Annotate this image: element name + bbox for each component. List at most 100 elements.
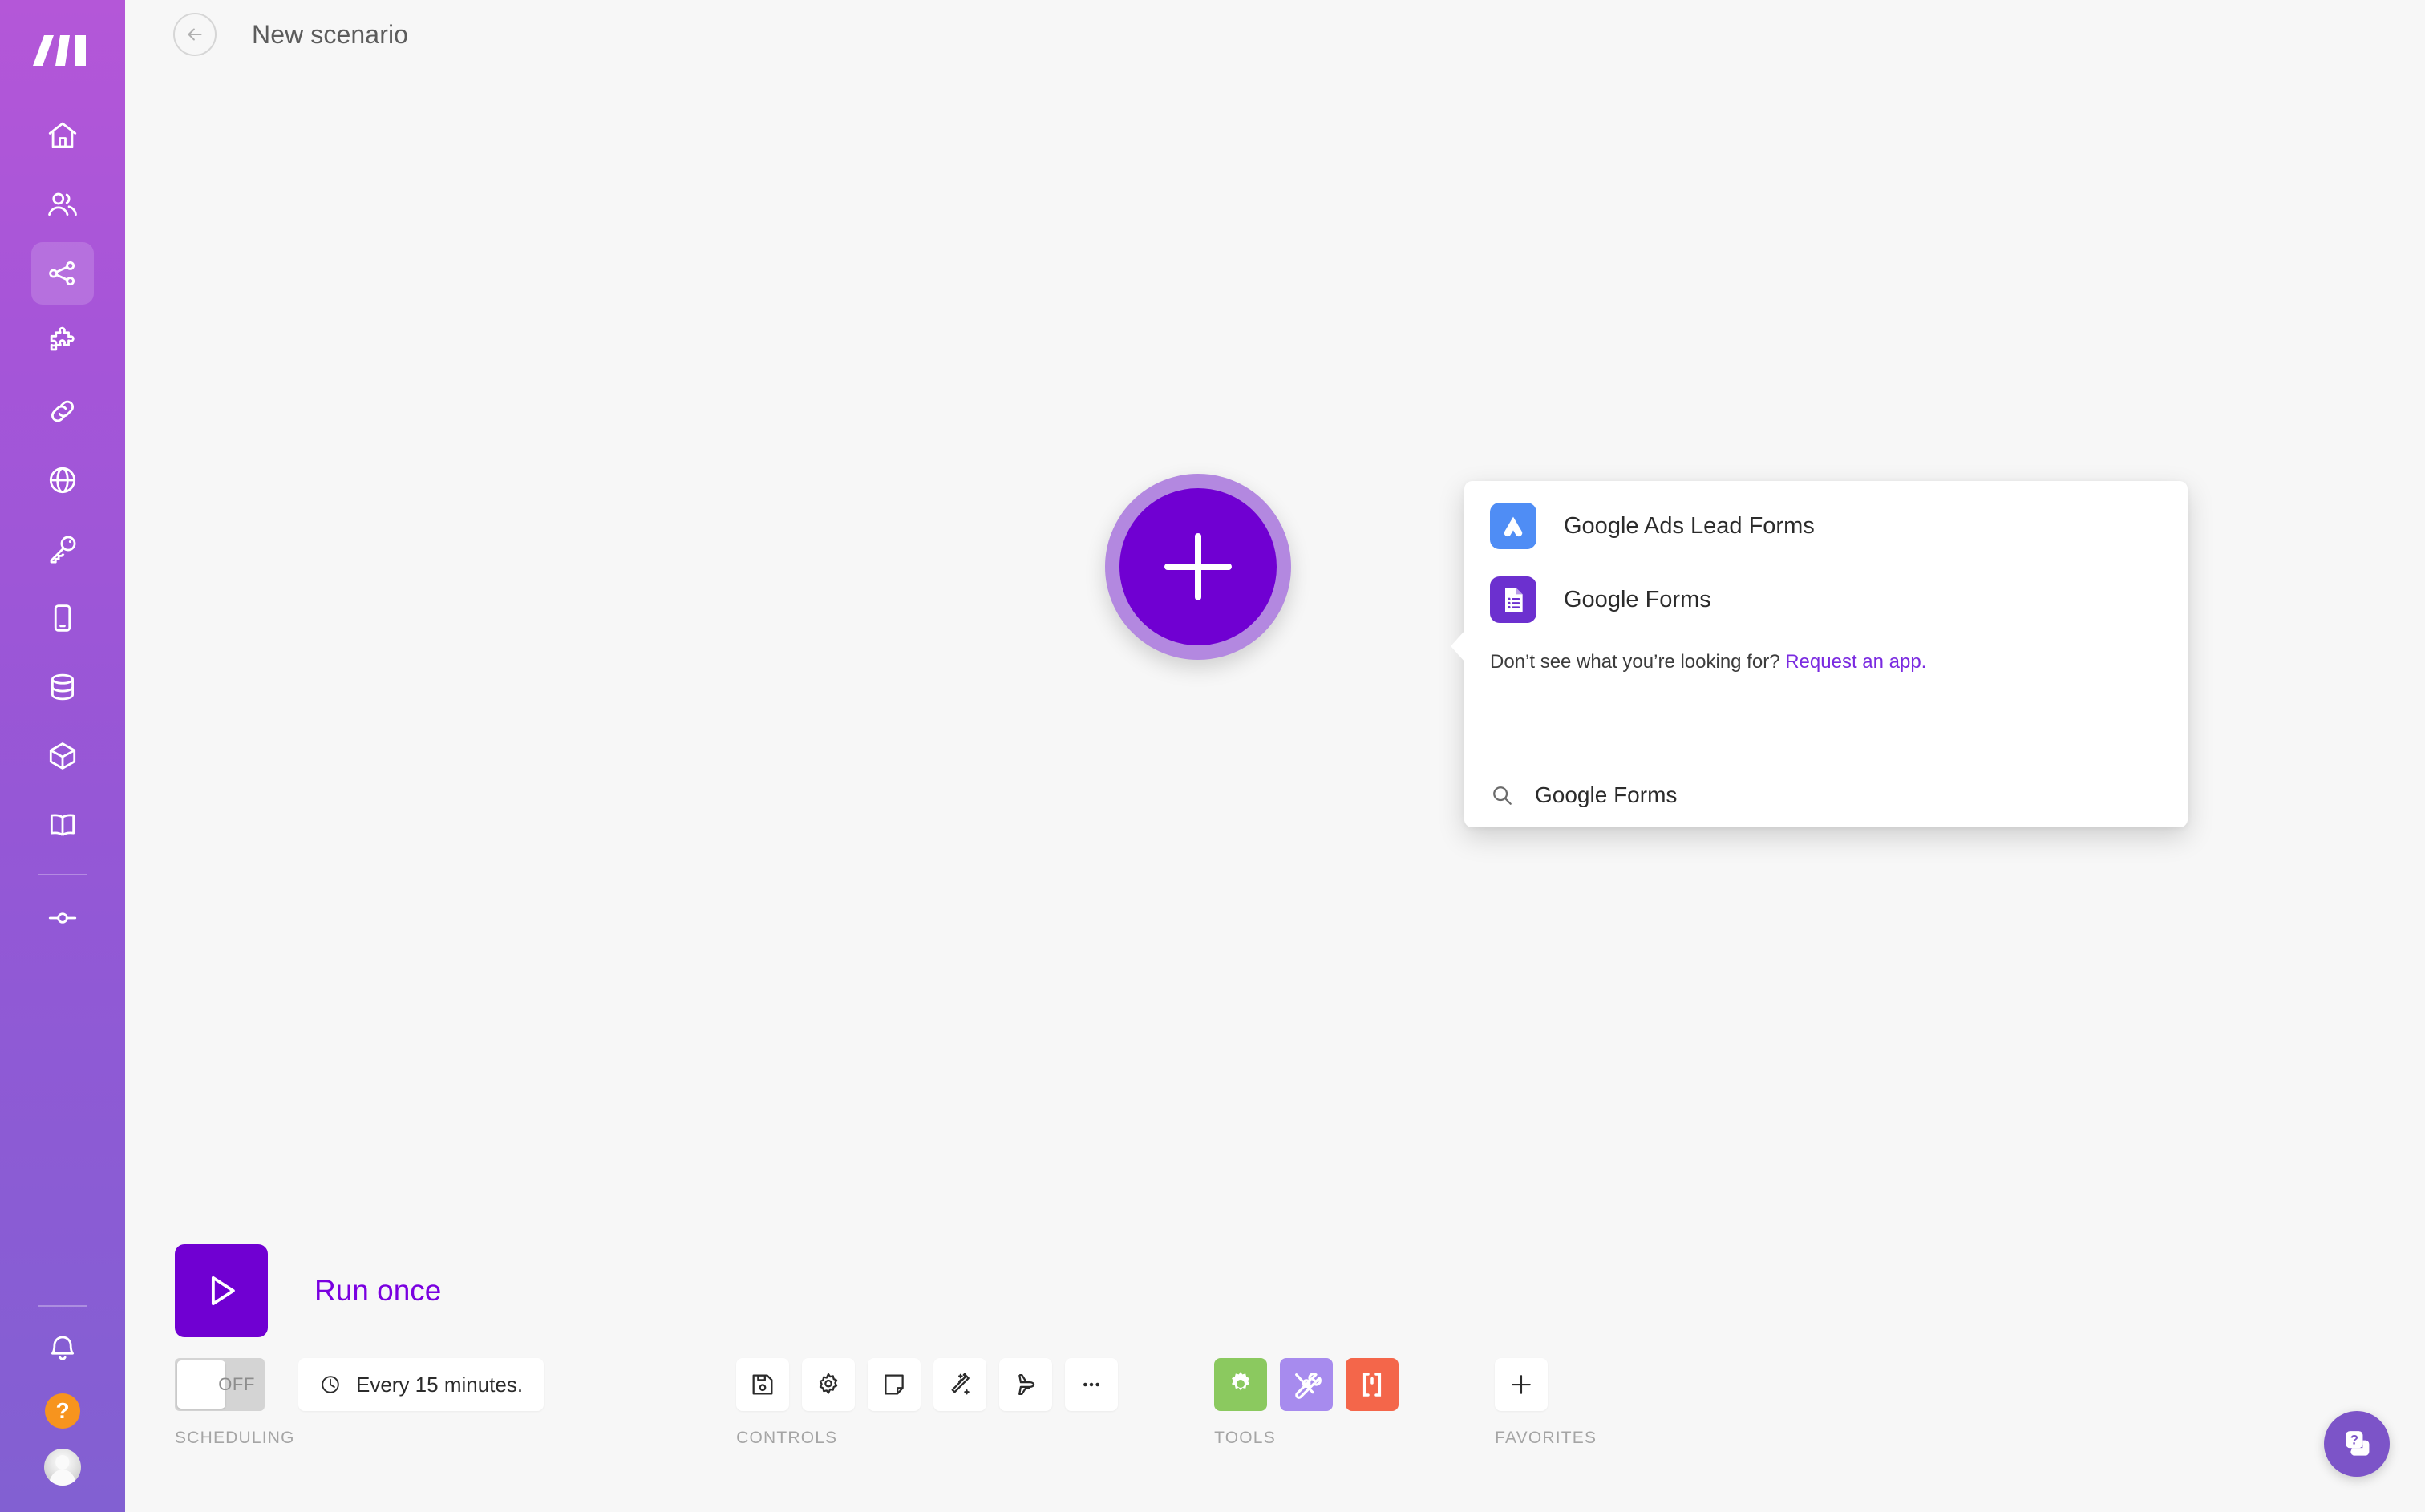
sidebar-divider-bottom (38, 1305, 87, 1307)
help-chat-button[interactable]: ? (2324, 1411, 2390, 1477)
sidebar-primary-nav (0, 104, 125, 863)
scheduling-group: OFF Every 15 minutes. SCHEDULING (175, 1358, 545, 1448)
data-stores-icon (51, 673, 74, 701)
sidebar-item-webhooks[interactable] (31, 449, 94, 511)
request-an-app-link[interactable]: Request an app. (1785, 651, 1926, 673)
gear-icon (819, 1373, 838, 1394)
sidebar-item-help[interactable]: ? (31, 1387, 94, 1435)
scheduling-controls: OFF Every 15 minutes. (175, 1358, 545, 1411)
webhooks-globe-icon (49, 467, 76, 494)
question-mark-icon: ? (45, 1393, 80, 1429)
sidebar-divider-top (38, 874, 87, 875)
avatar-icon (44, 1449, 81, 1486)
page-title: New scenario (252, 19, 409, 49)
scenario-canvas[interactable]: Google Ads Lead Forms Google Forms Don’t… (125, 69, 2425, 1512)
sidebar-item-templates[interactable] (31, 311, 94, 374)
sidebar-item-devices[interactable] (31, 587, 94, 649)
text-parser-icon (1363, 1373, 1382, 1397)
explain-flow-button[interactable] (999, 1358, 1053, 1411)
favorites-buttons (1495, 1358, 1597, 1411)
tools-cross-icon (1295, 1373, 1322, 1399)
custom-apps-cube-icon (49, 742, 76, 770)
run-once-label[interactable]: Run once (314, 1274, 441, 1308)
app-search-bar[interactable] (1464, 762, 2188, 827)
run-once-row: Run once (175, 1244, 441, 1337)
sidebar-item-data-stores[interactable] (31, 656, 94, 718)
app-picker-panel: Google Ads Lead Forms Google Forms Don’t… (1451, 481, 2188, 827)
notes-button[interactable] (868, 1358, 921, 1411)
ellipsis-icon (1083, 1382, 1100, 1387)
sidebar-item-home[interactable] (31, 104, 94, 167)
sidebar-item-notifications[interactable] (31, 1318, 94, 1381)
airplane-icon (1018, 1373, 1035, 1396)
play-icon (211, 1275, 235, 1306)
team-icon (48, 192, 77, 216)
devices-icon (54, 604, 71, 632)
sidebar-item-scenarios[interactable] (31, 242, 94, 305)
add-favorite-button[interactable] (1495, 1358, 1549, 1411)
auto-align-button[interactable] (933, 1358, 987, 1411)
google-ads-lead-forms-icon (1490, 503, 1536, 549)
plus-icon-vertical (1195, 533, 1201, 600)
schedule-interval-chip[interactable]: Every 15 minutes. (298, 1358, 545, 1411)
app-list-item-label: Google Ads Lead Forms (1564, 512, 1815, 539)
controls-buttons (736, 1358, 1119, 1411)
bottom-toolbar: OFF Every 15 minutes. SCHEDULING CONTROL… (175, 1358, 2425, 1478)
save-disk-icon (752, 1374, 773, 1395)
text-parser-button[interactable] (1346, 1358, 1399, 1411)
sidebar-item-custom-apps[interactable] (31, 725, 94, 787)
plus-icon (1512, 1375, 1531, 1394)
header: New scenario (125, 0, 2425, 69)
help-chat-icon: ? (2346, 1431, 2370, 1456)
make-logo[interactable] (33, 30, 92, 71)
tools-group: TOOLS (1214, 1358, 1399, 1448)
magic-wand-icon (951, 1373, 970, 1395)
save-button[interactable] (736, 1358, 790, 1411)
controls-group: CONTROLS (736, 1358, 1119, 1448)
home-icon (48, 122, 77, 148)
sidebar-item-team[interactable] (31, 173, 94, 236)
bell-icon (51, 1336, 74, 1360)
more-options-button[interactable] (1065, 1358, 1119, 1411)
app-search-input[interactable] (1535, 782, 2162, 808)
sidebar-item-docs[interactable] (31, 794, 94, 856)
sidebar-item-connections[interactable] (31, 380, 94, 443)
request-app-hint-text: Don’t see what you’re looking for? (1490, 651, 1780, 673)
keys-icon (50, 536, 76, 564)
sidebar-item-keys[interactable] (31, 518, 94, 580)
favorites-group-label: FAVORITES (1495, 1429, 1597, 1447)
favorites-group: FAVORITES (1495, 1358, 1597, 1448)
docs-book-icon (50, 814, 75, 836)
controls-group-label: CONTROLS (736, 1429, 838, 1447)
sidebar: ? (0, 0, 125, 1512)
settings-button[interactable] (802, 1358, 856, 1411)
svg-text:?: ? (2350, 1433, 2358, 1448)
connections-link-icon (51, 400, 74, 422)
flow-control-button[interactable] (1280, 1358, 1334, 1411)
toggle-state-label: OFF (218, 1374, 255, 1394)
app-root: ? New scenario Google Ads Lead Forms Goo… (0, 0, 2425, 1512)
app-list-item-google-ads-lead-forms[interactable]: Google Ads Lead Forms (1464, 489, 2188, 563)
back-button[interactable] (173, 13, 217, 56)
tools-button[interactable] (1214, 1358, 1268, 1411)
sidebar-item-toggle[interactable] (31, 887, 94, 949)
clock-icon (322, 1376, 339, 1393)
tools-group-label: TOOLS (1214, 1429, 1276, 1447)
note-icon (885, 1374, 904, 1395)
app-list-item-google-forms[interactable]: Google Forms (1464, 563, 2188, 637)
toggle-line-icon (48, 912, 77, 924)
arrow-left-icon (188, 28, 202, 41)
google-forms-icon (1490, 576, 1536, 623)
templates-puzzle-icon (50, 326, 75, 351)
schedule-interval-label: Every 15 minutes. (356, 1372, 524, 1397)
sidebar-item-avatar[interactable] (31, 1441, 94, 1493)
run-once-button[interactable] (175, 1244, 268, 1337)
scenarios-icon (49, 261, 75, 286)
scheduling-toggle[interactable]: OFF (175, 1358, 265, 1411)
tools-buttons (1214, 1358, 1399, 1411)
search-icon (1493, 786, 1512, 805)
app-list-item-label: Google Forms (1564, 586, 1711, 612)
add-module-node[interactable] (1105, 474, 1291, 660)
scheduling-group-label: SCHEDULING (175, 1429, 295, 1447)
gear-tool-icon (1232, 1372, 1250, 1391)
